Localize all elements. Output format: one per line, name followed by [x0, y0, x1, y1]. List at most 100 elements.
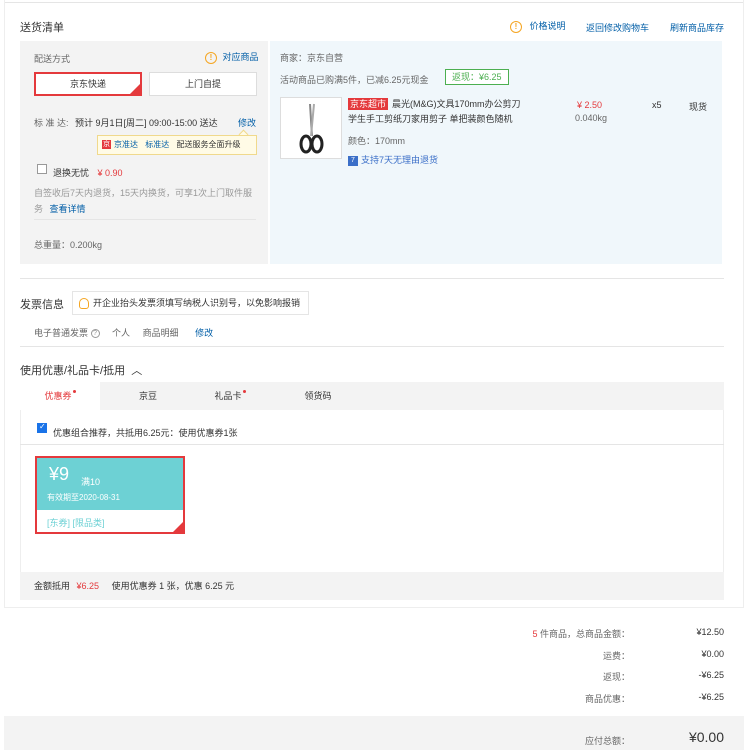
- invoice-modify-link[interactable]: 修改: [195, 328, 213, 338]
- delivery-upgrade-tip: 京京准达 标准达 配送服务全面升级: [97, 135, 257, 155]
- coupon-top: ¥9 满10 有效期至2020-08-31: [37, 458, 183, 510]
- invoice-tip-text: 开企业抬头发票须填写纳税人识别号，以免影响报销: [93, 298, 301, 308]
- return-policy-text: 支持7天无理由退货: [361, 155, 439, 165]
- divider: [20, 346, 724, 347]
- return-policy: 7 支持7天无理由退货: [348, 153, 438, 166]
- summary-label: 金额抵用: [34, 581, 71, 591]
- selected-corner: [173, 522, 183, 532]
- invoice-type-row: 电子普通发票 ? 个人 商品明细 修改: [34, 326, 213, 339]
- rebate-label: 返现：: [602, 672, 630, 682]
- tab-label: 领货码: [304, 391, 332, 401]
- product-weight: 0.040kg: [575, 113, 608, 123]
- product-color: 颜色：170mm: [348, 136, 406, 146]
- product-name-line1: 晨光(M&G)文具170mm办公剪刀: [392, 99, 521, 109]
- shipping-list-title: 送货清单: [20, 22, 64, 34]
- dot-icon: [242, 390, 246, 393]
- tab-label: 礼品卡: [214, 391, 242, 401]
- tab-label: 京豆: [138, 391, 157, 401]
- product-image[interactable]: [280, 97, 342, 159]
- invoice-title: 发票信息: [20, 299, 64, 311]
- coupon-condition: 满10: [81, 477, 101, 487]
- goods-count-label: 件商品，总商品金额：: [539, 629, 630, 639]
- coupon-tags: [东券] [限品类]: [47, 518, 105, 528]
- combo-checkbox[interactable]: [37, 422, 47, 433]
- tab-gift-card[interactable]: 礼品卡: [190, 382, 270, 410]
- back-to-cart-link[interactable]: 返回修改购物车: [586, 21, 649, 34]
- ship-option-self-pickup[interactable]: 上门自提: [149, 72, 257, 96]
- goods-total-label: 5 件商品，总商品金额：: [532, 627, 630, 640]
- tip-text: 配送服务全面升级: [176, 140, 241, 149]
- price-note-link[interactable]: ! 价格说明: [510, 19, 566, 33]
- return-icon: 7: [348, 155, 358, 166]
- standard-delivery-label: 标 准 达:: [34, 118, 69, 128]
- help-icon[interactable]: ?: [90, 329, 100, 339]
- divider: [20, 444, 724, 445]
- delivery-modify-link[interactable]: 修改: [238, 116, 256, 129]
- payable-label: 应付总额：: [584, 736, 630, 746]
- ship-option-label: 上门自提: [184, 79, 221, 89]
- worry-free-row: 退换无忧 ¥ 0.90: [53, 166, 123, 179]
- discount-summary: 金额抵用 ¥6.25 使用优惠券 1 张，优惠 6.25 元: [20, 572, 724, 600]
- total-weight: 总重量：0.200kg: [34, 240, 103, 250]
- warning-icon: !: [205, 51, 217, 64]
- goods-discount-value: -¥6.25: [698, 692, 724, 702]
- tip-standard: 标准达: [145, 140, 170, 149]
- standard-delivery-time: 预计 9月1日[周二] 09:00-15:00 送达: [75, 118, 218, 128]
- coupon-amount: ¥9: [49, 464, 70, 484]
- dot-icon: [72, 390, 76, 393]
- goods-total: ¥12.50: [696, 627, 724, 637]
- payable-value: ¥0.00: [688, 729, 724, 745]
- view-detail-link[interactable]: 查看详情: [50, 204, 86, 214]
- product-stock: 现货: [689, 102, 708, 112]
- tab-label: 优惠券: [44, 391, 72, 401]
- worry-free-checkbox[interactable]: [37, 164, 47, 174]
- jd-supermarket-tag: 京东超市: [348, 98, 389, 110]
- rebate-badge: 返现：¥6.25: [445, 69, 509, 85]
- tab-jd-beans[interactable]: 京豆: [108, 382, 188, 410]
- lightbulb-icon: [79, 298, 89, 310]
- combo-text: 优惠组合推荐，共抵用6.25元：使用优惠券1张: [53, 428, 238, 438]
- product-name-line2: 学生手工剪纸刀家用剪子 单把装颜色随机: [348, 114, 513, 124]
- freight-value: ¥0.00: [701, 649, 724, 659]
- product-title[interactable]: 京东超市 晨光(M&G)文具170mm办公剪刀: [348, 98, 568, 111]
- selected-corner: [130, 84, 140, 94]
- goods-count: 5: [532, 629, 538, 639]
- price-note-label: 价格说明: [529, 21, 566, 31]
- standard-delivery-row: 标 准 达: 预计 9月1日[周二] 09:00-15:00 送达: [34, 116, 218, 129]
- coupon-expire: 有效期至2020-08-31: [47, 493, 120, 502]
- divider: [20, 278, 724, 279]
- product-qty: x5: [652, 100, 662, 110]
- ship-option-jd-express[interactable]: 京东快递: [34, 72, 142, 96]
- summary-text: 使用优惠券 1 张，优惠 6.25 元: [111, 581, 235, 591]
- match-goods-label: 对应商品: [222, 52, 259, 62]
- payable-bar: [4, 716, 744, 750]
- shipping-method-label: 配送方式: [34, 54, 71, 64]
- freight-label: 运费：: [602, 651, 630, 661]
- coupon-card[interactable]: ¥9 满10 有效期至2020-08-31 [东券] [限品类]: [35, 456, 185, 534]
- chevron-up-icon: ︿: [131, 365, 143, 377]
- worry-free-desc: 自签收后7天内退货，15天内换货，可享1次上门取件服: [34, 188, 253, 198]
- refresh-stock-link[interactable]: 刷新商品库存: [670, 21, 724, 34]
- tip-brand: 京准达: [114, 140, 138, 149]
- tab-coupon[interactable]: 优惠券: [20, 382, 100, 410]
- promo-text: 活动商品已购满5件，已减6.25元现金: [280, 75, 429, 85]
- discount-toggle[interactable]: 使用优惠/礼品卡/抵用 ︿: [20, 362, 142, 378]
- tab-redeem-code[interactable]: 领货码: [278, 382, 358, 410]
- match-goods-link[interactable]: ! 对应商品: [205, 50, 259, 64]
- summary-amount: ¥6.25: [76, 581, 100, 591]
- rebate-value: -¥6.25: [698, 670, 724, 680]
- worry-free-desc-2: 务 查看详情: [34, 202, 86, 215]
- worry-free-price: ¥ 0.90: [97, 168, 123, 178]
- divider: [34, 219, 256, 220]
- worry-free-label: 退换无忧: [53, 168, 90, 178]
- ship-option-label: 京东快递: [69, 79, 106, 89]
- invoice-detail: 商品明细: [142, 328, 179, 338]
- invoice-person: 个人: [112, 328, 131, 338]
- worry-free-desc-tail: 务: [34, 204, 44, 214]
- product-price: ¥ 2.50: [577, 100, 603, 110]
- scissors-icon: [299, 103, 324, 154]
- invoice-tip: 开企业抬头发票须填写纳税人识别号，以免影响报销: [72, 291, 310, 315]
- discount-title: 使用优惠/礼品卡/抵用: [20, 365, 126, 377]
- jd-logo-icon: 京: [102, 140, 111, 150]
- invoice-type: 电子普通发票: [34, 328, 89, 338]
